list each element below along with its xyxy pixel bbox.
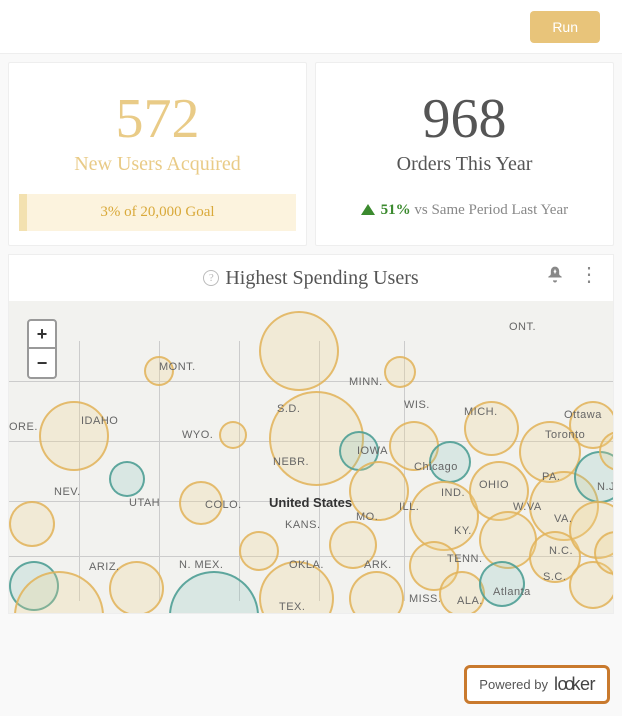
label-nmex: N. MEX. xyxy=(179,559,223,571)
label-minn: MINN. xyxy=(349,376,383,388)
label-utah: UTAH xyxy=(129,497,160,509)
map-header: ? Highest Spending Users ⋮ xyxy=(9,255,613,301)
label-kans: KANS. xyxy=(285,519,321,531)
label-ohio: OHIO xyxy=(479,479,509,491)
data-bubble xyxy=(239,531,279,571)
more-options-icon[interactable]: ⋮ xyxy=(579,270,599,280)
help-icon[interactable]: ? xyxy=(203,270,219,286)
label-nc: N.C. xyxy=(549,545,573,557)
label-toronto: Toronto xyxy=(545,429,585,441)
label-colo: COLO. xyxy=(205,499,242,511)
label-wva: W.VA xyxy=(513,501,542,513)
map-panel: ? Highest Spending Users ⋮ + − ONT. MONT… xyxy=(8,254,614,614)
label-chicago: Chicago xyxy=(414,461,458,473)
data-bubble xyxy=(384,356,416,388)
label-ala: ALA. xyxy=(457,595,483,607)
alert-bell-icon[interactable] xyxy=(545,265,565,285)
label-iowa: IOWA xyxy=(357,445,388,457)
label-atlanta: Atlanta xyxy=(493,586,531,598)
label-wyo: WYO. xyxy=(182,429,213,441)
label-nebr: NEBR. xyxy=(273,456,309,468)
data-bubble xyxy=(349,571,404,613)
orders-card: 968 Orders This Year 51% vs Same Period … xyxy=(315,62,614,246)
label-ottawa: Ottawa xyxy=(564,409,602,421)
new-users-goal-bar: 3% of 20,000 Goal xyxy=(19,194,296,231)
new-users-card: 572 New Users Acquired 3% of 20,000 Goal xyxy=(8,62,307,246)
label-nj: N.J. xyxy=(597,481,613,493)
zoom-in-button[interactable]: + xyxy=(29,321,55,349)
label-ky: KY. xyxy=(454,525,472,537)
new-users-value: 572 xyxy=(19,91,296,147)
label-ind: IND. xyxy=(441,487,465,499)
label-miss: MISS. xyxy=(409,593,441,605)
orders-change-suffix: vs Same Period Last Year xyxy=(411,202,569,218)
data-bubble xyxy=(479,561,525,607)
label-mo: MO. xyxy=(356,511,378,523)
label-pa: PA. xyxy=(542,471,560,483)
label-mich: MICH. xyxy=(464,406,498,418)
data-bubble xyxy=(259,311,339,391)
label-mont: MONT. xyxy=(159,361,196,373)
orders-comparison: 51% vs Same Period Last Year xyxy=(326,202,603,219)
data-bubble xyxy=(39,401,109,471)
orders-change-pct: 51% xyxy=(381,202,411,218)
top-bar: Run xyxy=(0,0,622,54)
label-idaho: IDAHO xyxy=(81,415,118,427)
label-okla: OKLA. xyxy=(289,559,324,571)
label-ore: ORE. xyxy=(9,421,38,433)
data-bubble xyxy=(169,571,259,613)
metric-cards-row: 572 New Users Acquired 3% of 20,000 Goal… xyxy=(0,54,622,254)
label-va: VA. xyxy=(554,513,572,525)
orders-value: 968 xyxy=(326,91,603,147)
zoom-out-button[interactable]: − xyxy=(29,349,55,377)
map-center-label: United States xyxy=(269,495,352,510)
label-tex: TEX. xyxy=(279,601,305,613)
data-bubble xyxy=(109,461,145,497)
looker-logo: looker xyxy=(554,674,595,695)
label-ark: ARK. xyxy=(364,559,392,571)
label-ariz: ARIZ. xyxy=(89,561,120,573)
label-ill: ILL. xyxy=(399,501,419,513)
new-users-goal-text: 3% of 20,000 Goal xyxy=(100,204,214,220)
up-arrow-icon xyxy=(361,204,375,215)
label-sd: S.D. xyxy=(277,403,300,415)
powered-by-badge[interactable]: Powered by looker xyxy=(464,665,610,704)
run-button[interactable]: Run xyxy=(530,11,600,43)
new-users-label: New Users Acquired xyxy=(19,153,296,176)
powered-by-text: Powered by xyxy=(479,677,548,692)
data-bubble xyxy=(219,421,247,449)
label-tenn: TENN. xyxy=(447,553,483,565)
label-ont: ONT. xyxy=(509,321,536,333)
data-bubble xyxy=(9,501,55,547)
label-sc: S.C. xyxy=(543,571,566,583)
map-actions: ⋮ xyxy=(545,265,599,285)
orders-label: Orders This Year xyxy=(326,153,603,176)
label-nev: NEV. xyxy=(54,486,81,498)
map-title: Highest Spending Users xyxy=(225,267,418,290)
label-wis: WIS. xyxy=(404,399,430,411)
zoom-control: + − xyxy=(27,319,57,379)
map-viewport[interactable]: + − ONT. MONT. MINN. IDAHO ORE. WYO. S.D… xyxy=(9,301,613,613)
